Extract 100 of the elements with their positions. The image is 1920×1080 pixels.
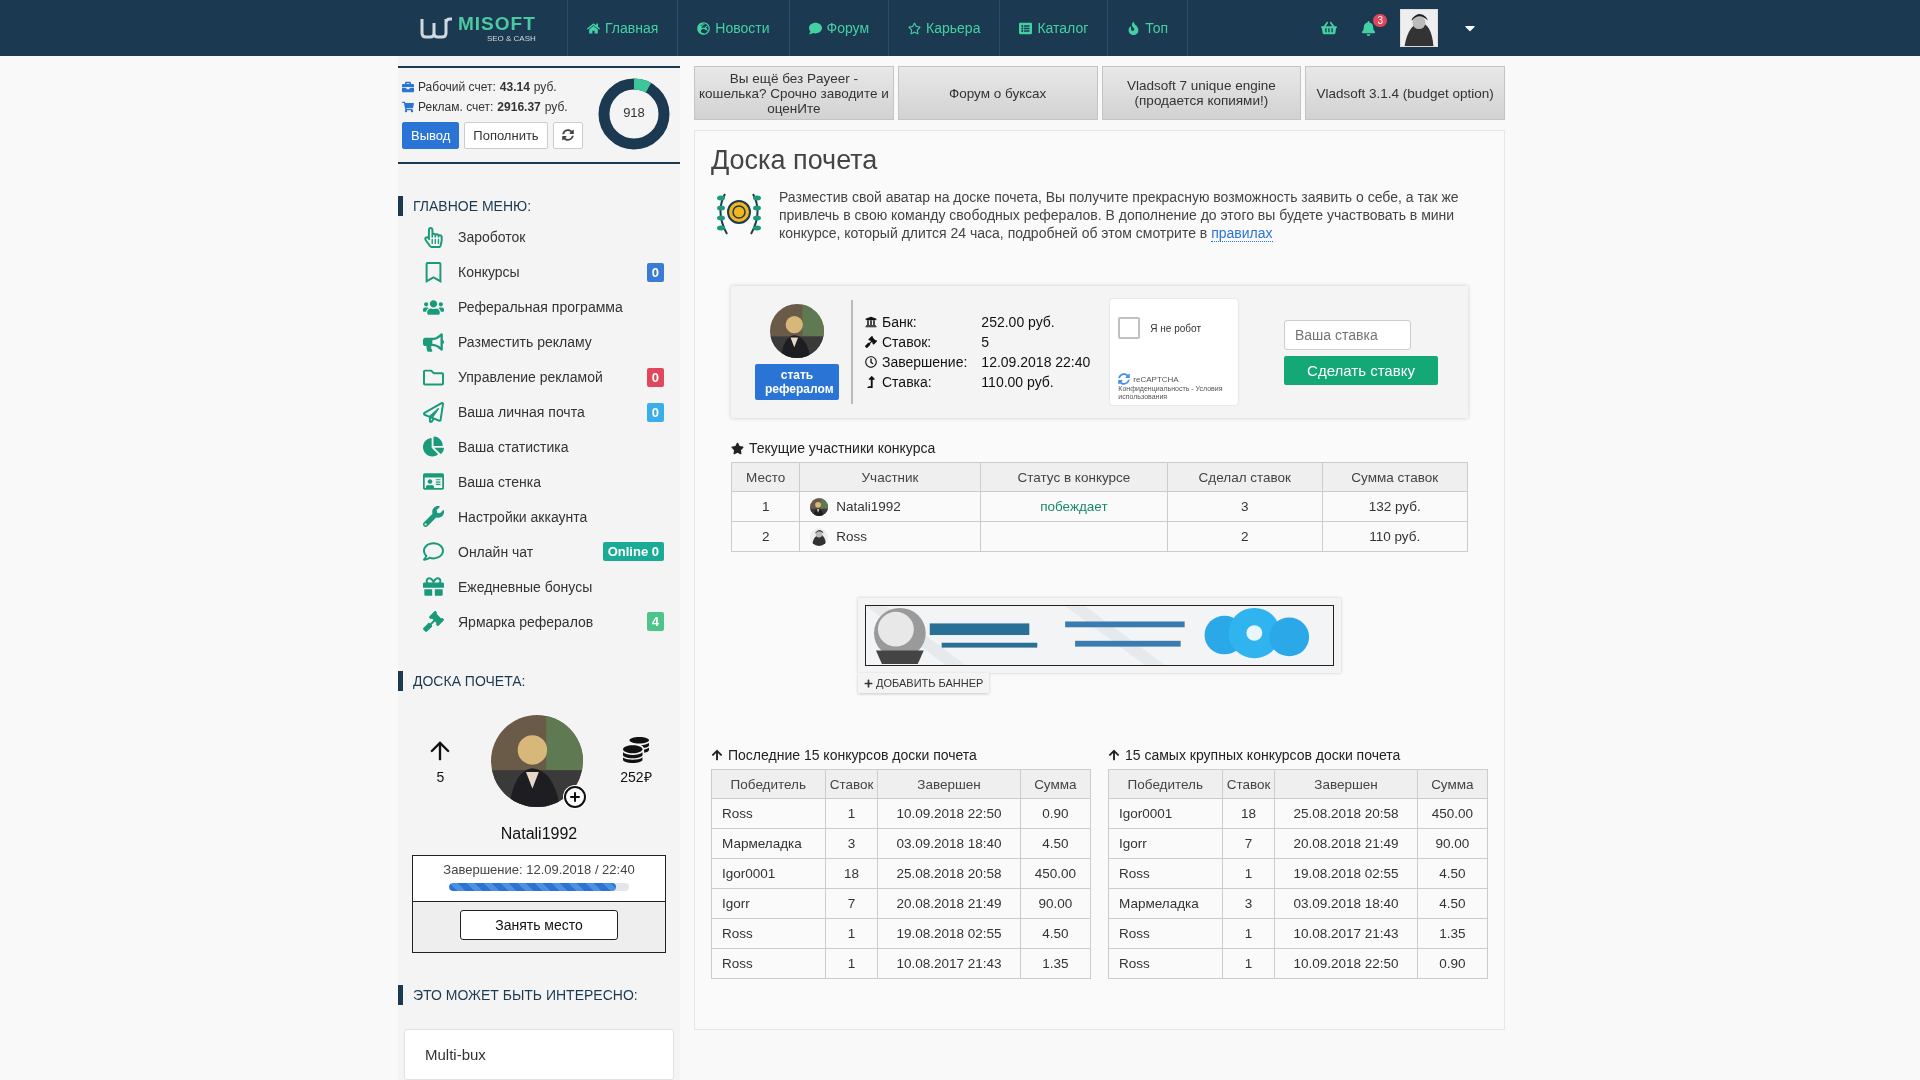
nav-link[interactable]: Новости xyxy=(678,0,790,56)
nav-link[interactable]: Топ xyxy=(1108,0,1189,56)
table-cell: 03.09.2018 18:40 xyxy=(877,828,1021,859)
fire-icon xyxy=(1127,21,1141,35)
quick-link-button[interactable]: Vladsoft 7 unique engine (продается копиями!) xyxy=(1101,66,1302,120)
basket-icon[interactable] xyxy=(1321,20,1337,36)
bank-icon xyxy=(865,316,877,328)
info-value: 5 xyxy=(981,334,991,350)
column-header: Сумма xyxy=(1020,769,1091,799)
captcha-checkbox[interactable] xyxy=(1118,317,1141,339)
table-cell: 7 xyxy=(825,888,878,919)
table-cell: 110 руб. xyxy=(1322,521,1468,552)
count-badge: 0 xyxy=(646,367,664,387)
table-cell: 3 xyxy=(1167,491,1322,522)
info-label: Завершение: xyxy=(882,354,968,370)
table-cell: 1 xyxy=(1222,918,1275,949)
menu-item[interactable]: Ваша личная почта 0 xyxy=(398,394,680,430)
info-label: Ставка: xyxy=(882,374,932,390)
rules-link[interactable]: правилах xyxy=(1211,225,1273,242)
table-cell: 1 xyxy=(825,948,878,979)
list-icon xyxy=(1019,21,1033,35)
become-referral-button[interactable]: стать рефералом xyxy=(755,364,839,400)
notification-count: 3 xyxy=(1373,13,1387,27)
column-header: Сделал ставок xyxy=(1167,462,1322,492)
top-up-button[interactable]: Пополнить xyxy=(464,121,548,149)
menu-item[interactable]: Ежедневные бонусы xyxy=(398,569,680,605)
table-cell: Ross xyxy=(1108,918,1223,949)
table-cell: Мармеладка xyxy=(711,828,826,859)
table-cell: Igorr xyxy=(711,888,826,919)
table-cell: 1 xyxy=(825,798,878,829)
table-cell: Igor0001 xyxy=(1108,798,1223,829)
id-card-icon xyxy=(423,471,444,493)
add-icon[interactable] xyxy=(563,785,588,810)
take-place-button[interactable]: Занять место xyxy=(460,910,618,941)
menu-item[interactable]: Реферальная программа xyxy=(398,289,680,325)
menu-item[interactable]: Управление рекламой 0 xyxy=(398,359,680,395)
nav-link[interactable]: Форум xyxy=(789,0,890,56)
bell-icon[interactable] xyxy=(1361,20,1376,36)
table-cell: 20.08.2018 21:49 xyxy=(1274,828,1418,859)
end-time: Завершение: 12.09.2018 / 22:40 xyxy=(442,862,636,878)
menu-item[interactable]: Ваша стенка xyxy=(398,464,680,500)
participant-name: Ross xyxy=(836,529,868,544)
menu-item[interactable]: Онлайн чат Online 0 xyxy=(398,534,680,570)
count-badge: Online 0 xyxy=(602,542,664,562)
score-value: 918 xyxy=(622,105,646,120)
count-badge: 0 xyxy=(646,402,664,422)
bid-count: 5 xyxy=(436,769,445,786)
logo-tagline: SEO & CASH xyxy=(486,33,536,43)
bookmark-icon xyxy=(423,261,444,283)
work-balance: Рабочий счет: 43.14 руб. xyxy=(402,79,583,94)
chat-bubble-icon xyxy=(808,21,822,35)
gift-icon xyxy=(423,576,444,598)
quick-link-button[interactable]: Форум о буксах xyxy=(897,66,1098,120)
refresh-icon xyxy=(561,129,574,141)
column-header: Место xyxy=(731,462,800,492)
table-cell: 4.50 xyxy=(1417,858,1488,889)
table-cell: 1.35 xyxy=(1020,948,1091,979)
add-banner-link[interactable]: ДОБАВИТЬ БАННЕР xyxy=(858,673,990,693)
participant-name: Natali1992 xyxy=(836,499,901,514)
logo-icon xyxy=(420,17,454,39)
refresh-button[interactable] xyxy=(552,121,583,149)
menu-item[interactable]: Ярмарка рефералов 4 xyxy=(398,604,680,640)
table-cell: 19.08.2018 02:55 xyxy=(1274,858,1418,889)
globe-icon xyxy=(697,21,711,35)
bank-amount: 252₽ xyxy=(620,767,652,786)
table-cell: 10.08.2017 21:43 xyxy=(1274,918,1418,949)
leader-name: Natali1992 xyxy=(499,825,579,844)
quick-link-button[interactable]: Vladsoft 3.1.4 (budget option) xyxy=(1305,66,1505,120)
quick-link-button[interactable]: Вы ещё без Payeer - кошелька? Срочно заводите и оценИте xyxy=(694,66,894,120)
table-cell: 1.35 xyxy=(1417,918,1488,949)
nav-link[interactable]: Каталог xyxy=(1000,0,1109,56)
table-cell: 132 руб. xyxy=(1322,491,1468,522)
paper-plane-icon xyxy=(423,401,444,423)
coins-icon xyxy=(622,736,649,763)
menu-item[interactable]: Разместить рекламу xyxy=(398,324,680,360)
column-header: Ставок xyxy=(1222,769,1275,799)
table-cell: 3 xyxy=(825,828,878,859)
bid-input[interactable]: Ваша ставка xyxy=(1284,319,1411,350)
chat-bubble-icon xyxy=(423,541,444,563)
plus-icon xyxy=(864,678,873,688)
table-cell: 1 xyxy=(1222,948,1275,979)
nav-link[interactable]: Карьера xyxy=(889,0,1001,56)
menu-item[interactable]: Конкурсы 0 xyxy=(398,254,680,290)
table-title: 15 самых крупных конкурсов доски почета xyxy=(1125,747,1401,763)
arrow-up-icon xyxy=(865,376,877,388)
table-cell: 7 xyxy=(1222,828,1275,859)
table-cell: 03.09.2018 18:40 xyxy=(1274,888,1418,919)
table-cell: 90.00 xyxy=(1417,828,1488,859)
info-label: Ставок: xyxy=(882,334,932,350)
withdraw-button[interactable]: Вывод xyxy=(402,121,460,149)
table-cell: 4.50 xyxy=(1020,828,1091,859)
star-icon xyxy=(731,441,744,455)
menu-item[interactable]: Зароботок xyxy=(398,220,680,255)
link-card[interactable]: Multi-bux xyxy=(404,1029,674,1080)
table-cell: 1 xyxy=(825,918,878,949)
table-cell: 2 xyxy=(731,521,800,552)
table-cell: 25.08.2018 20:58 xyxy=(1274,798,1418,829)
menu-item[interactable]: Ваша статистика xyxy=(398,429,680,465)
captcha-label: Я не робот xyxy=(1150,322,1201,334)
menu-item[interactable]: Настройки аккаунта xyxy=(398,499,680,535)
